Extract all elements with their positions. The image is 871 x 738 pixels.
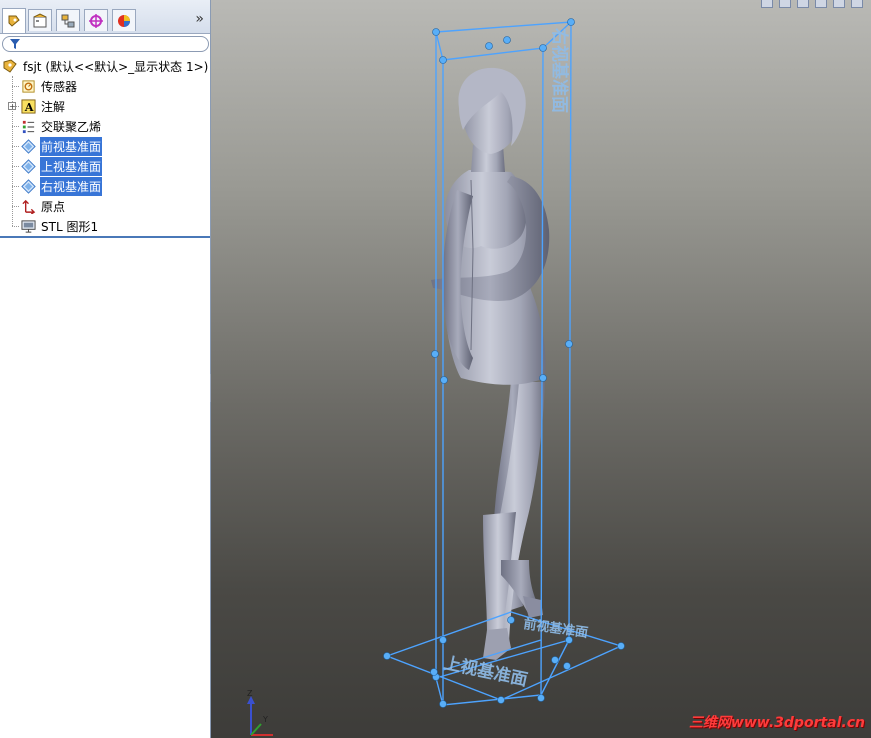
tree-root-label: fsjt (默认<<默认>_显示状态 1>): [23, 59, 209, 74]
tree-item-right-plane[interactable]: 右视基准面: [20, 176, 103, 196]
tree-item-top-plane[interactable]: 上视基准面: [20, 156, 103, 176]
tree-item-stl-graphic[interactable]: STL 图形1: [20, 216, 99, 236]
dimxpert-manager-tab[interactable]: [84, 9, 108, 31]
model-scene: 右视基准面 上视基准面 前视基准面 Z Y: [247, 18, 625, 736]
watermark-text: 三维网www.3dportal.cn: [688, 715, 865, 731]
tree-item-label: 原点: [41, 199, 66, 214]
coordinate-triad: Z Y: [247, 689, 273, 736]
tree-connector: [12, 206, 19, 208]
tree-item-label: 右视基准面: [40, 176, 103, 196]
plane-icon: [20, 158, 36, 174]
graphics-viewport[interactable]: 右视基准面 上视基准面 前视基准面 Z Y 三维网www.3dportal.cn: [211, 0, 871, 738]
manager-tabbar: »: [0, 0, 210, 34]
tree-item-label: 前视基准面: [40, 136, 103, 156]
tree-connector: [12, 186, 19, 188]
part-icon: [2, 58, 18, 74]
origin-icon: [20, 198, 36, 214]
panel-splitter[interactable]: [0, 236, 210, 238]
tree-item-label: 注解: [41, 99, 66, 114]
feature-manager-icon: [8, 15, 20, 27]
display-manager-tab[interactable]: [112, 9, 136, 31]
expand-toggle[interactable]: +: [8, 102, 16, 111]
tree-item-label: 交联聚乙烯: [41, 119, 102, 134]
tree-item-origin[interactable]: 原点: [20, 196, 66, 216]
triad-z-label: Z: [247, 689, 253, 698]
feature-manager-panel: » fsjt (默认<<默认>_显示状态 1>) 传感器 + A 注解 交联聚乙…: [0, 0, 211, 738]
property-manager-icon: [33, 12, 47, 27]
tree-item-label: STL 图形1: [41, 219, 99, 234]
tree-connector: [12, 166, 19, 168]
tree-item-front-plane[interactable]: 前视基准面: [20, 136, 103, 156]
configuration-manager-tab[interactable]: [56, 9, 80, 31]
tree-root-part[interactable]: fsjt (默认<<默认>_显示状态 1>): [2, 56, 209, 76]
material-icon: [20, 118, 36, 134]
dimxpert-icon: [89, 13, 103, 28]
tree-connector: [12, 86, 19, 88]
tree-filter-input[interactable]: [2, 36, 209, 52]
annotation-icon: A: [20, 98, 36, 114]
tree-connector: [16, 106, 19, 108]
tree-item-sensors[interactable]: 传感器: [20, 76, 78, 96]
plane-icon: [20, 178, 36, 194]
tree-guide-line: [12, 76, 14, 226]
right-plane-label: 右视基准面: [549, 28, 570, 113]
tree-item-label: 传感器: [41, 79, 78, 94]
plane-icon: [20, 138, 36, 154]
configuration-manager-icon: [61, 14, 75, 27]
sensor-icon: [20, 78, 36, 94]
front-plane-label: 前视基准面: [522, 616, 589, 641]
feature-manager-tab[interactable]: [2, 8, 26, 33]
filter-icon: [10, 39, 20, 49]
tree-item-label: 上视基准面: [40, 156, 103, 176]
property-manager-tab[interactable]: [28, 9, 52, 31]
tree-item-annotations[interactable]: A 注解: [20, 96, 66, 116]
stl-graphic-icon: [20, 218, 36, 234]
tree-connector: [12, 126, 19, 128]
tree-item-material[interactable]: 交联聚乙烯: [20, 116, 102, 136]
svg-text:A: A: [23, 100, 33, 114]
tree-connector: [12, 146, 19, 148]
tree-connector: [12, 226, 19, 228]
display-manager-icon: [118, 14, 130, 27]
triad-y-label: Y: [262, 715, 268, 724]
expand-panel-icon[interactable]: »: [195, 11, 204, 27]
stl-figure-model[interactable]: [431, 67, 550, 660]
